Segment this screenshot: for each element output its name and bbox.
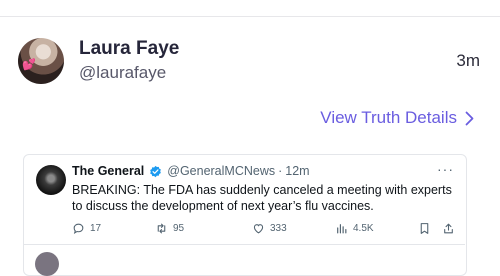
more-options-icon[interactable]: ···	[437, 161, 454, 177]
reply-icon	[73, 223, 84, 234]
like-icon	[253, 224, 264, 234]
tweet-separator: ·	[278, 164, 283, 178]
bookmark-button[interactable]	[418, 222, 431, 235]
next-tweet-avatar[interactable]	[35, 252, 59, 276]
tweet-author-name[interactable]: The General	[72, 164, 144, 178]
author-name[interactable]: Laura Faye	[79, 38, 179, 60]
reply-button[interactable]: 17	[72, 222, 101, 235]
retweet-count: 95	[173, 223, 185, 234]
chevron-right-icon	[465, 111, 474, 125]
next-tweet-divider	[23, 244, 465, 245]
tweet-header: The General @GeneralMCNews · 12m	[72, 164, 310, 178]
tweet-text: BREAKING: The FDA has suddenly canceled …	[72, 183, 452, 213]
embedded-tweet-card[interactable]: The General @GeneralMCNews · 12m ··· BRE…	[23, 154, 467, 276]
retweet-icon	[157, 223, 166, 234]
verified-badge-icon	[150, 165, 162, 177]
view-count: 4.5K	[353, 223, 374, 234]
post-timestamp: 3m	[456, 51, 480, 70]
view-truth-details-label: View Truth Details	[320, 108, 457, 127]
retweet-button[interactable]: 95	[155, 222, 184, 235]
share-button[interactable]	[442, 222, 455, 235]
share-icon	[444, 223, 453, 234]
tweet-author-handle[interactable]: @GeneralMCNews	[167, 164, 275, 178]
like-count: 333	[270, 223, 287, 234]
tweet-timestamp[interactable]: 12m	[285, 164, 309, 178]
reply-count: 17	[90, 223, 102, 234]
view-truth-details-link[interactable]: View Truth Details	[320, 108, 474, 128]
top-divider	[0, 16, 500, 17]
avatar[interactable]: 💕	[18, 38, 64, 84]
author-handle[interactable]: @laurafaye	[79, 63, 166, 83]
like-button[interactable]: 333	[252, 222, 287, 235]
avatar-hearts: 💕	[22, 58, 36, 71]
bookmark-icon	[420, 223, 429, 234]
views-icon	[337, 224, 347, 234]
views-button[interactable]: 4.5K	[335, 222, 374, 235]
tweet-avatar[interactable]	[36, 165, 66, 195]
tweet-actions: 17 95 333 4.5K	[72, 222, 455, 238]
